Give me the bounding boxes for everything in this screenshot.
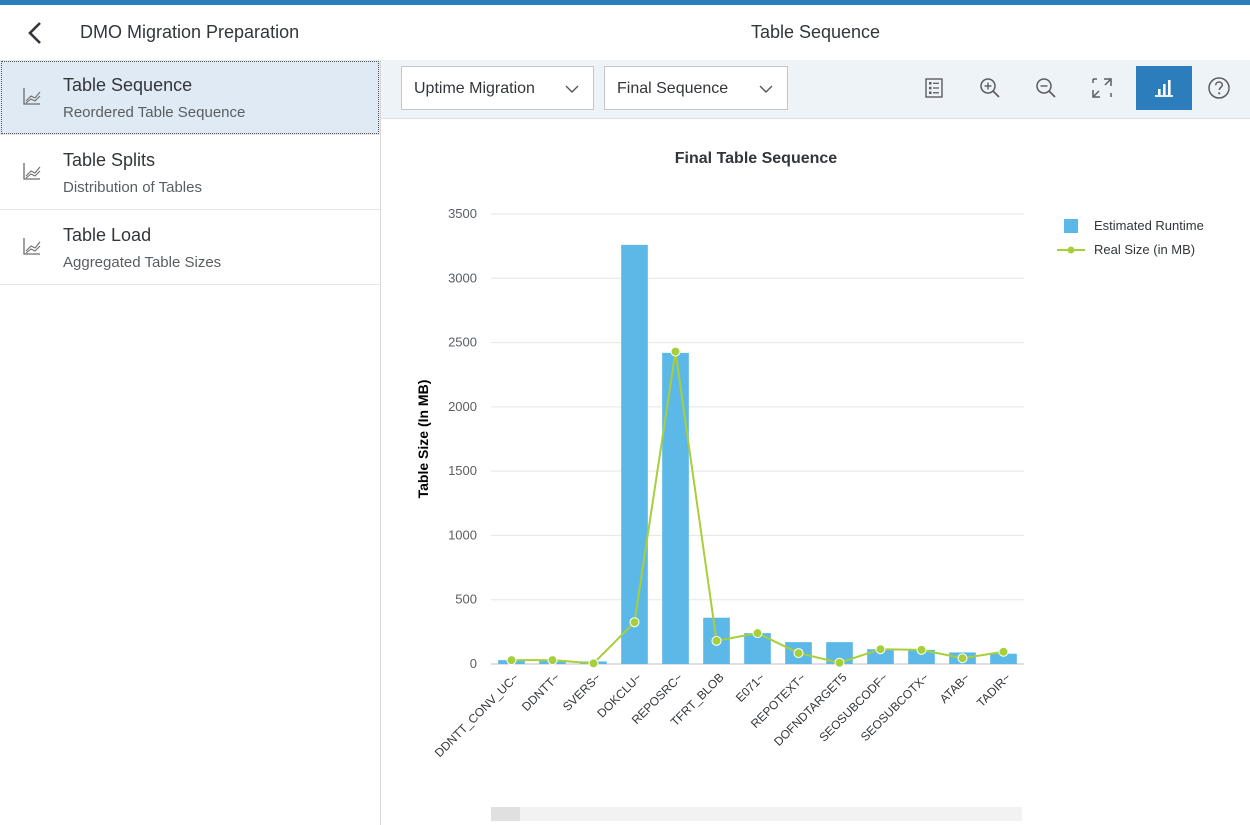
left-header-title: DMO Migration Preparation: [80, 22, 300, 42]
data-point: [588, 658, 599, 669]
y-tick-label: 1500: [448, 463, 477, 478]
nav-item-sublabel: Aggregated Table Sizes: [63, 254, 222, 271]
legend-label-real-size: Real Size (in MB): [1094, 242, 1195, 257]
zoom-out-icon: [1036, 78, 1056, 98]
line-chart-icon: [23, 88, 41, 105]
y-tick-label: 2500: [448, 335, 477, 350]
chart-area: Final Table Sequence Table Size (In MB) …: [381, 118, 1250, 825]
left-nav-panel: Table Sequence Reordered Table Sequence …: [0, 60, 381, 825]
chevron-down-icon: [759, 85, 773, 93]
legend-swatch-bar: [1064, 219, 1078, 233]
data-point: [670, 346, 681, 357]
series-line: [511, 351, 1004, 665]
line-chart-icon: [23, 238, 41, 255]
data-point: [752, 628, 763, 639]
nav-item-sublabel: Distribution of Tables: [63, 179, 202, 196]
data-point: [957, 653, 968, 664]
data-point: [711, 635, 722, 646]
data-point: [629, 617, 640, 628]
data-point: [547, 655, 558, 666]
chart-toolbar: Uptime Migration Final Sequence: [381, 60, 1250, 119]
x-tick-label: TADIR~: [974, 670, 1014, 710]
chart-view-button[interactable]: [1136, 66, 1192, 110]
zoom-in-icon: [980, 78, 1000, 98]
zoom-out-button[interactable]: [1024, 66, 1068, 110]
y-tick-label: 1000: [448, 527, 477, 542]
chart-title: Final Table Sequence: [675, 150, 838, 167]
data-point: [916, 644, 927, 655]
nav-item-table-load[interactable]: Table Load Aggregated Table Sizes: [0, 210, 380, 285]
line-chart-icon: [23, 163, 41, 180]
chart-scrollbar-thumb[interactable]: [491, 807, 520, 821]
y-axis-label: Table Size (In MB): [415, 380, 431, 499]
help-icon: [1208, 77, 1230, 99]
legend-button[interactable]: [912, 66, 956, 110]
x-tick-label: ATAB~: [937, 670, 973, 706]
y-tick-label: 0: [470, 656, 477, 671]
fullscreen-button[interactable]: [1080, 66, 1124, 110]
nav-item-label: Table Splits: [63, 150, 156, 170]
y-tick-label: 3000: [448, 270, 477, 285]
legend-swatch-dot: [1067, 246, 1075, 254]
nav-item-label: Table Sequence: [63, 75, 193, 95]
sequence-select[interactable]: Final Sequence: [604, 66, 788, 110]
chevron-left-icon[interactable]: [22, 19, 50, 47]
chart-scrollbar[interactable]: [491, 807, 1022, 821]
right-header: Table Sequence: [381, 5, 1250, 61]
x-tick-label: DDNTT~: [519, 670, 563, 714]
zoom-in-button[interactable]: [968, 66, 1012, 110]
sequence-value: Final Sequence: [617, 80, 729, 97]
bar: [621, 244, 648, 664]
migration-type-value: Uptime Migration: [414, 80, 535, 97]
data-point: [875, 644, 886, 655]
bar: [662, 352, 689, 664]
chart-svg: Final Table Sequence Table Size (In MB) …: [415, 150, 1204, 760]
help-button[interactable]: [1197, 66, 1241, 110]
legend-icon: [925, 78, 943, 98]
nav-item-table-splits[interactable]: Table Splits Distribution of Tables: [0, 135, 380, 210]
chart-icon: [1155, 80, 1173, 97]
page-title: Table Sequence: [750, 22, 881, 42]
data-point: [998, 646, 1009, 657]
chevron-down-icon: [565, 85, 579, 93]
data-point: [793, 648, 804, 659]
y-tick-label: 500: [455, 592, 477, 607]
x-tick-label: DDNTT_CONV_UC~: [432, 670, 522, 760]
x-tick-label: E071~: [733, 670, 768, 705]
left-header: DMO Migration Preparation: [0, 5, 380, 61]
x-tick-label: DOFNDTARGET5: [771, 670, 850, 749]
legend-label-estimated-runtime: Estimated Runtime: [1094, 218, 1204, 233]
data-point: [506, 655, 517, 666]
nav-item-label: Table Load: [63, 225, 152, 245]
migration-type-select[interactable]: Uptime Migration: [401, 66, 594, 110]
y-tick-label: 3500: [448, 206, 477, 221]
y-tick-label: 2000: [448, 399, 477, 414]
data-point: [834, 657, 845, 668]
nav-item-sublabel: Reordered Table Sequence: [63, 104, 246, 121]
fullscreen-icon: [1092, 78, 1112, 98]
nav-item-table-sequence[interactable]: Table Sequence Reordered Table Sequence: [0, 60, 380, 135]
